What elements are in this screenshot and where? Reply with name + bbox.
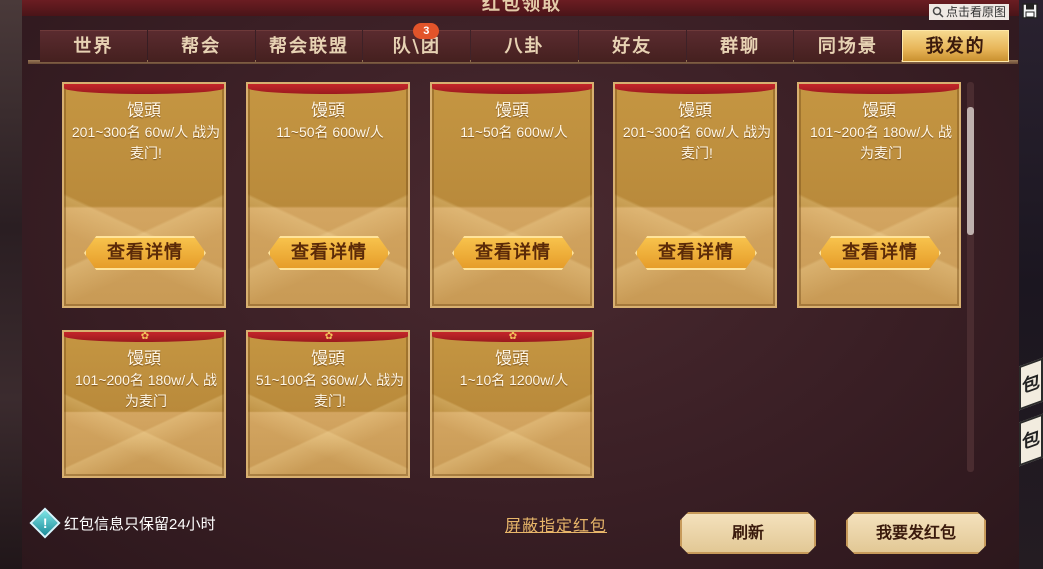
card-ribbon	[64, 84, 224, 94]
tab-sent-by-me[interactable]: 我发的	[902, 30, 1010, 62]
tab-guild[interactable]: 帮会	[147, 30, 255, 62]
card-sender-name: 馒頭	[127, 101, 161, 120]
view-original-button[interactable]: 点击看原图	[928, 4, 1009, 20]
info-diamond-icon: !	[29, 507, 61, 539]
card-sender-name: 馒頭	[862, 101, 896, 120]
view-original-label: 点击看原图	[945, 5, 1006, 19]
scrollbar-thumb[interactable]	[967, 107, 974, 235]
card-sender-name: 馒頭	[495, 349, 529, 368]
tab-team[interactable]: 队\团 3	[363, 23, 471, 62]
save-icon[interactable]	[1022, 3, 1038, 19]
tab-label: 队\团	[392, 36, 442, 57]
ribbon-ornament: ✿	[508, 331, 518, 342]
red-packet-card[interactable]: ✿ 馒頭 1~10名 1200w/人	[430, 330, 594, 478]
card-sender-name: 馒頭	[311, 349, 345, 368]
view-details-button[interactable]: 查看详情	[268, 236, 390, 270]
block-red-packet-link[interactable]: 屏蔽指定红包	[505, 512, 607, 536]
card-description: 201~300名 60w/人 战为麦门!	[622, 124, 772, 161]
tab-same-scene[interactable]: 同场景	[794, 30, 902, 62]
panel-title: 红包领取	[482, 0, 562, 14]
red-packet-card[interactable]: ✿ 馒頭 51~100名 360w/人 战为麦门!	[246, 330, 410, 478]
red-packet-card[interactable]: ✿ 馒頭 101~200名 180w/人 战为麦门	[62, 330, 226, 478]
tab-label: 同场景	[817, 36, 878, 57]
tab-gossip[interactable]: 八卦	[471, 30, 578, 62]
tab-label: 好友	[612, 36, 653, 57]
vertical-scrollbar[interactable]	[967, 82, 974, 472]
card-description: 201~300名 60w/人 战为麦门!	[71, 124, 221, 161]
red-packet-grid: 馒頭 201~300名 60w/人 战为麦门! 查看详情 馒頭 11~50名 6…	[40, 82, 970, 478]
tab-guild-alliance[interactable]: 帮会联盟	[255, 30, 363, 62]
red-packet-card[interactable]: 馒頭 11~50名 600w/人 查看详情	[430, 82, 594, 308]
view-details-button[interactable]: 查看详情	[452, 236, 574, 270]
background-right: 包 包	[1019, 0, 1043, 569]
side-badge-1[interactable]: 包	[1019, 357, 1043, 411]
card-sender-name: 馒頭	[311, 101, 345, 120]
card-description: 51~100名 360w/人 战为麦门!	[255, 372, 405, 409]
retention-hint: ! 红包信息只保留24小时	[29, 507, 216, 539]
view-details-button[interactable]: 查看详情	[84, 236, 206, 270]
red-packet-card[interactable]: 馒頭 11~50名 600w/人 查看详情	[246, 82, 410, 308]
background-left	[0, 0, 22, 569]
red-packet-card[interactable]: 馒頭 201~300名 60w/人 战为麦门! 查看详情	[613, 82, 777, 308]
refresh-button[interactable]: 刷新	[680, 512, 816, 554]
card-ribbon	[615, 84, 775, 94]
card-description: 101~200名 180w/人 战为麦门	[74, 372, 218, 409]
card-description: 11~50名 600w/人	[460, 124, 568, 140]
card-description: 101~200名 180w/人 战为麦门	[809, 124, 953, 161]
tab-label: 世界	[73, 36, 114, 57]
tab-label: 八卦	[504, 36, 545, 57]
view-details-button[interactable]: 查看详情	[819, 236, 941, 270]
unread-badge: 3	[413, 23, 440, 39]
tab-group-chat[interactable]: 群聊	[686, 30, 794, 62]
red-packet-card[interactable]: 馒頭 201~300名 60w/人 战为麦门! 查看详情	[62, 82, 226, 308]
magnifier-icon	[932, 6, 944, 18]
tab-label: 群聊	[720, 36, 761, 57]
card-sender-name: 馒頭	[127, 349, 161, 368]
view-details-button[interactable]: 查看详情	[635, 236, 757, 270]
tab-world[interactable]: 世界	[40, 30, 147, 62]
card-description: 11~50名 600w/人	[276, 124, 384, 140]
channel-tabs: 世界 帮会 帮会联盟 队\团 3 八卦 好友 群聊 同场景 我发的	[40, 23, 1010, 64]
tab-label: 帮会联盟	[268, 36, 349, 57]
card-sender-name: 馒頭	[678, 101, 712, 120]
card-description: 1~10名 1200w/人	[459, 372, 569, 388]
card-ribbon	[432, 84, 592, 94]
card-sender-name: 馒頭	[495, 101, 529, 120]
tab-label: 帮会	[181, 36, 222, 57]
card-ribbon	[799, 84, 959, 94]
ribbon-ornament: ✿	[140, 331, 150, 342]
card-ribbon	[248, 84, 408, 94]
tab-label: 我发的	[925, 36, 986, 57]
tab-friends[interactable]: 好友	[578, 30, 686, 62]
ribbon-ornament: ✿	[324, 331, 334, 342]
retention-hint-text: 红包信息只保留24小时	[64, 515, 216, 533]
red-packet-card[interactable]: 馒頭 101~200名 180w/人 战为麦门 查看详情	[797, 82, 961, 308]
send-red-packet-button[interactable]: 我要发红包	[846, 512, 986, 554]
side-badge-2[interactable]: 包	[1019, 413, 1043, 467]
